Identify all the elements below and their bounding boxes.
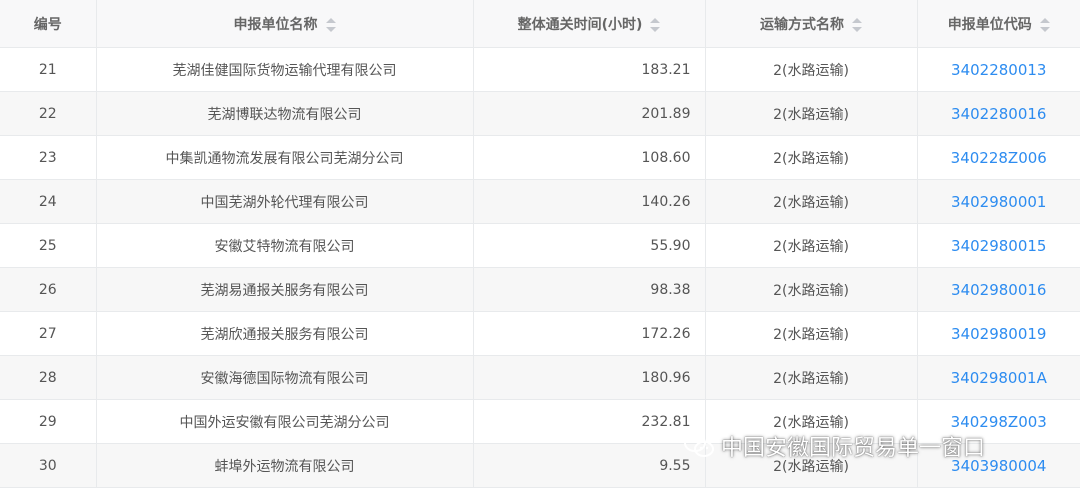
- cell-id: 25: [0, 223, 97, 268]
- cell-name: 芜湖欣通报关服务有限公司: [96, 311, 474, 356]
- cell-id: 24: [0, 179, 97, 224]
- sort-icon[interactable]: [650, 17, 661, 32]
- table-row: 21 芜湖佳健国际货物运输代理有限公司 183.21 2(水路运输) 34022…: [0, 47, 1080, 92]
- wechat-icon: [684, 434, 714, 457]
- cell-time: 183.21: [473, 47, 706, 92]
- cell-transport: 2(水路运输): [705, 91, 918, 136]
- cell-name: 芜湖佳健国际货物运输代理有限公司: [96, 47, 474, 92]
- cell-code-link[interactable]: 3402280016: [917, 91, 1080, 136]
- table-row: 23 中集凯通物流发展有限公司芜湖分公司 108.60 2(水路运输) 3402…: [0, 135, 1080, 180]
- table-row: 22 芜湖博联达物流有限公司 201.89 2(水路运输) 3402280016: [0, 91, 1080, 136]
- watermark: 中国安徽国际贸易单一窗口: [683, 429, 985, 463]
- cell-name: 中国芜湖外轮代理有限公司: [96, 179, 474, 224]
- table-row: 25 安徽艾特物流有限公司 55.90 2(水路运输) 3402980015: [0, 223, 1080, 268]
- cell-transport: 2(水路运输): [705, 47, 918, 92]
- table-header-row: 编号 申报单位名称 整体通关时间(小时) 运输方式名称 申报单位代码: [0, 0, 1080, 48]
- cell-time: 180.96: [473, 355, 706, 400]
- cell-time: 55.90: [473, 223, 706, 268]
- cell-code-link[interactable]: 3402980001: [917, 179, 1080, 224]
- cell-transport: 2(水路运输): [705, 355, 918, 400]
- sort-icon[interactable]: [325, 17, 336, 32]
- table-row: 26 芜湖易通报关服务有限公司 98.38 2(水路运输) 3402980016: [0, 267, 1080, 312]
- cell-name: 蚌埠外运物流有限公司: [96, 443, 474, 488]
- cell-name: 芜湖易通报关服务有限公司: [96, 267, 474, 312]
- cell-name: 芜湖博联达物流有限公司: [96, 91, 474, 136]
- watermark-text: 中国安徽国际贸易单一窗口: [721, 436, 986, 461]
- cell-id: 30: [0, 443, 97, 488]
- cell-code-link[interactable]: 340228Z006: [917, 135, 1080, 180]
- cell-id: 21: [0, 47, 97, 92]
- cell-code-link[interactable]: 3402980015: [917, 223, 1080, 268]
- cell-id: 23: [0, 135, 97, 180]
- cell-name: 中集凯通物流发展有限公司芜湖分公司: [96, 135, 474, 180]
- header-id: 编号: [0, 0, 97, 48]
- cell-name: 中国外运安徽有限公司芜湖分公司: [96, 399, 474, 444]
- cell-name: 安徽海德国际物流有限公司: [96, 355, 474, 400]
- cell-time: 108.60: [473, 135, 706, 180]
- table-row: 28 安徽海德国际物流有限公司 180.96 2(水路运输) 340298001…: [0, 355, 1080, 400]
- cell-transport: 2(水路运输): [705, 135, 918, 180]
- cell-time: 201.89: [473, 91, 706, 136]
- sort-icon[interactable]: [1039, 17, 1050, 32]
- cell-id: 29: [0, 399, 97, 444]
- cell-time: 172.26: [473, 311, 706, 356]
- cell-transport: 2(水路运输): [705, 311, 918, 356]
- cell-transport: 2(水路运输): [705, 267, 918, 312]
- header-name[interactable]: 申报单位名称: [96, 0, 474, 48]
- cell-transport: 2(水路运输): [705, 223, 918, 268]
- cell-code-link[interactable]: 3402280013: [917, 47, 1080, 92]
- cell-time: 140.26: [473, 179, 706, 224]
- cell-code-link[interactable]: 3402980019: [917, 311, 1080, 356]
- cell-code-link[interactable]: 3402980016: [917, 267, 1080, 312]
- cell-name: 安徽艾特物流有限公司: [96, 223, 474, 268]
- sort-icon[interactable]: [852, 17, 862, 32]
- cell-id: 26: [0, 267, 97, 312]
- table-row: 27 芜湖欣通报关服务有限公司 172.26 2(水路运输) 340298001…: [0, 311, 1080, 356]
- cell-code-link[interactable]: 340298001A: [917, 355, 1080, 400]
- header-time[interactable]: 整体通关时间(小时): [473, 0, 706, 48]
- cell-id: 28: [0, 355, 97, 400]
- cell-time: 98.38: [473, 267, 706, 312]
- data-table: 编号 申报单位名称 整体通关时间(小时) 运输方式名称 申报单位代码 21 芜湖…: [0, 0, 1080, 488]
- cell-id: 27: [0, 311, 97, 356]
- header-code[interactable]: 申报单位代码: [917, 0, 1080, 48]
- cell-transport: 2(水路运输): [705, 179, 918, 224]
- table-row: 24 中国芜湖外轮代理有限公司 140.26 2(水路运输) 340298000…: [0, 179, 1080, 224]
- cell-time: 232.81: [473, 399, 706, 444]
- header-transport[interactable]: 运输方式名称: [705, 0, 918, 48]
- cell-id: 22: [0, 91, 97, 136]
- cell-time: 9.55: [473, 443, 706, 488]
